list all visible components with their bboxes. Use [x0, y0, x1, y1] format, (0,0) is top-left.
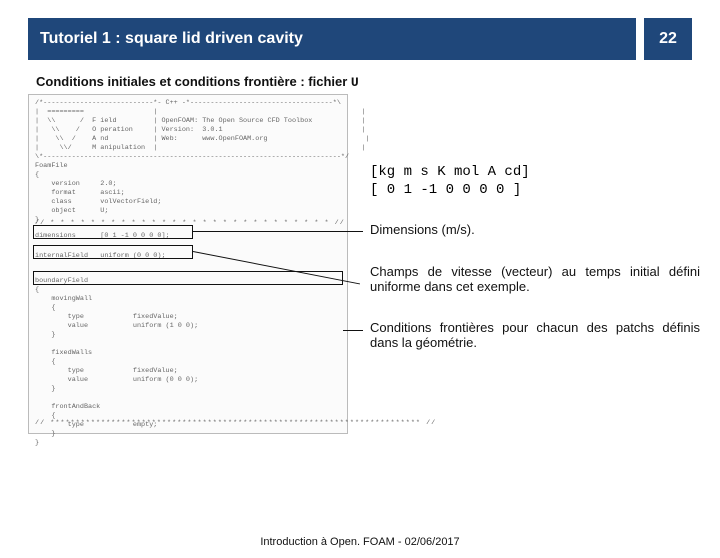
dimension-values-row: [ 0 1 -1 0 0 0 0 ]	[370, 182, 521, 198]
subtitle-text: Conditions initiales et conditions front…	[36, 74, 351, 89]
dimension-units-row: [kg m s K mol A cd]	[370, 164, 530, 180]
subtitle-filename: U	[351, 75, 359, 90]
title-bar: Tutoriel 1 : square lid driven cavity 22	[28, 18, 692, 60]
callout-boundaryfield: Conditions frontières pour chacun des pa…	[370, 320, 700, 350]
highlight-box-dimensions	[33, 225, 193, 239]
code-header: /*---------------------------*- C++ -*--…	[29, 95, 375, 229]
callout-internalfield: Champs de vitesse (vecteur) au temps ini…	[370, 264, 700, 294]
page-number: 22	[644, 18, 692, 60]
highlight-box-internalfield	[33, 245, 193, 259]
callout-dimensions: Dimensions (m/s).	[370, 222, 700, 237]
footer: Introduction à Open. FOAM - 02/06/2017	[0, 536, 720, 548]
subtitle: Conditions initiales et conditions front…	[36, 74, 684, 90]
leader-line-3	[343, 330, 363, 331]
code-separator-bottom: // *************************************…	[29, 415, 442, 432]
page-title: Tutoriel 1 : square lid driven cavity	[28, 18, 636, 60]
highlight-box-boundaryfield	[33, 271, 343, 285]
title-spacer	[636, 18, 644, 60]
leader-line-1	[193, 231, 363, 232]
code-screenshot: /*---------------------------*- C++ -*--…	[28, 94, 348, 434]
